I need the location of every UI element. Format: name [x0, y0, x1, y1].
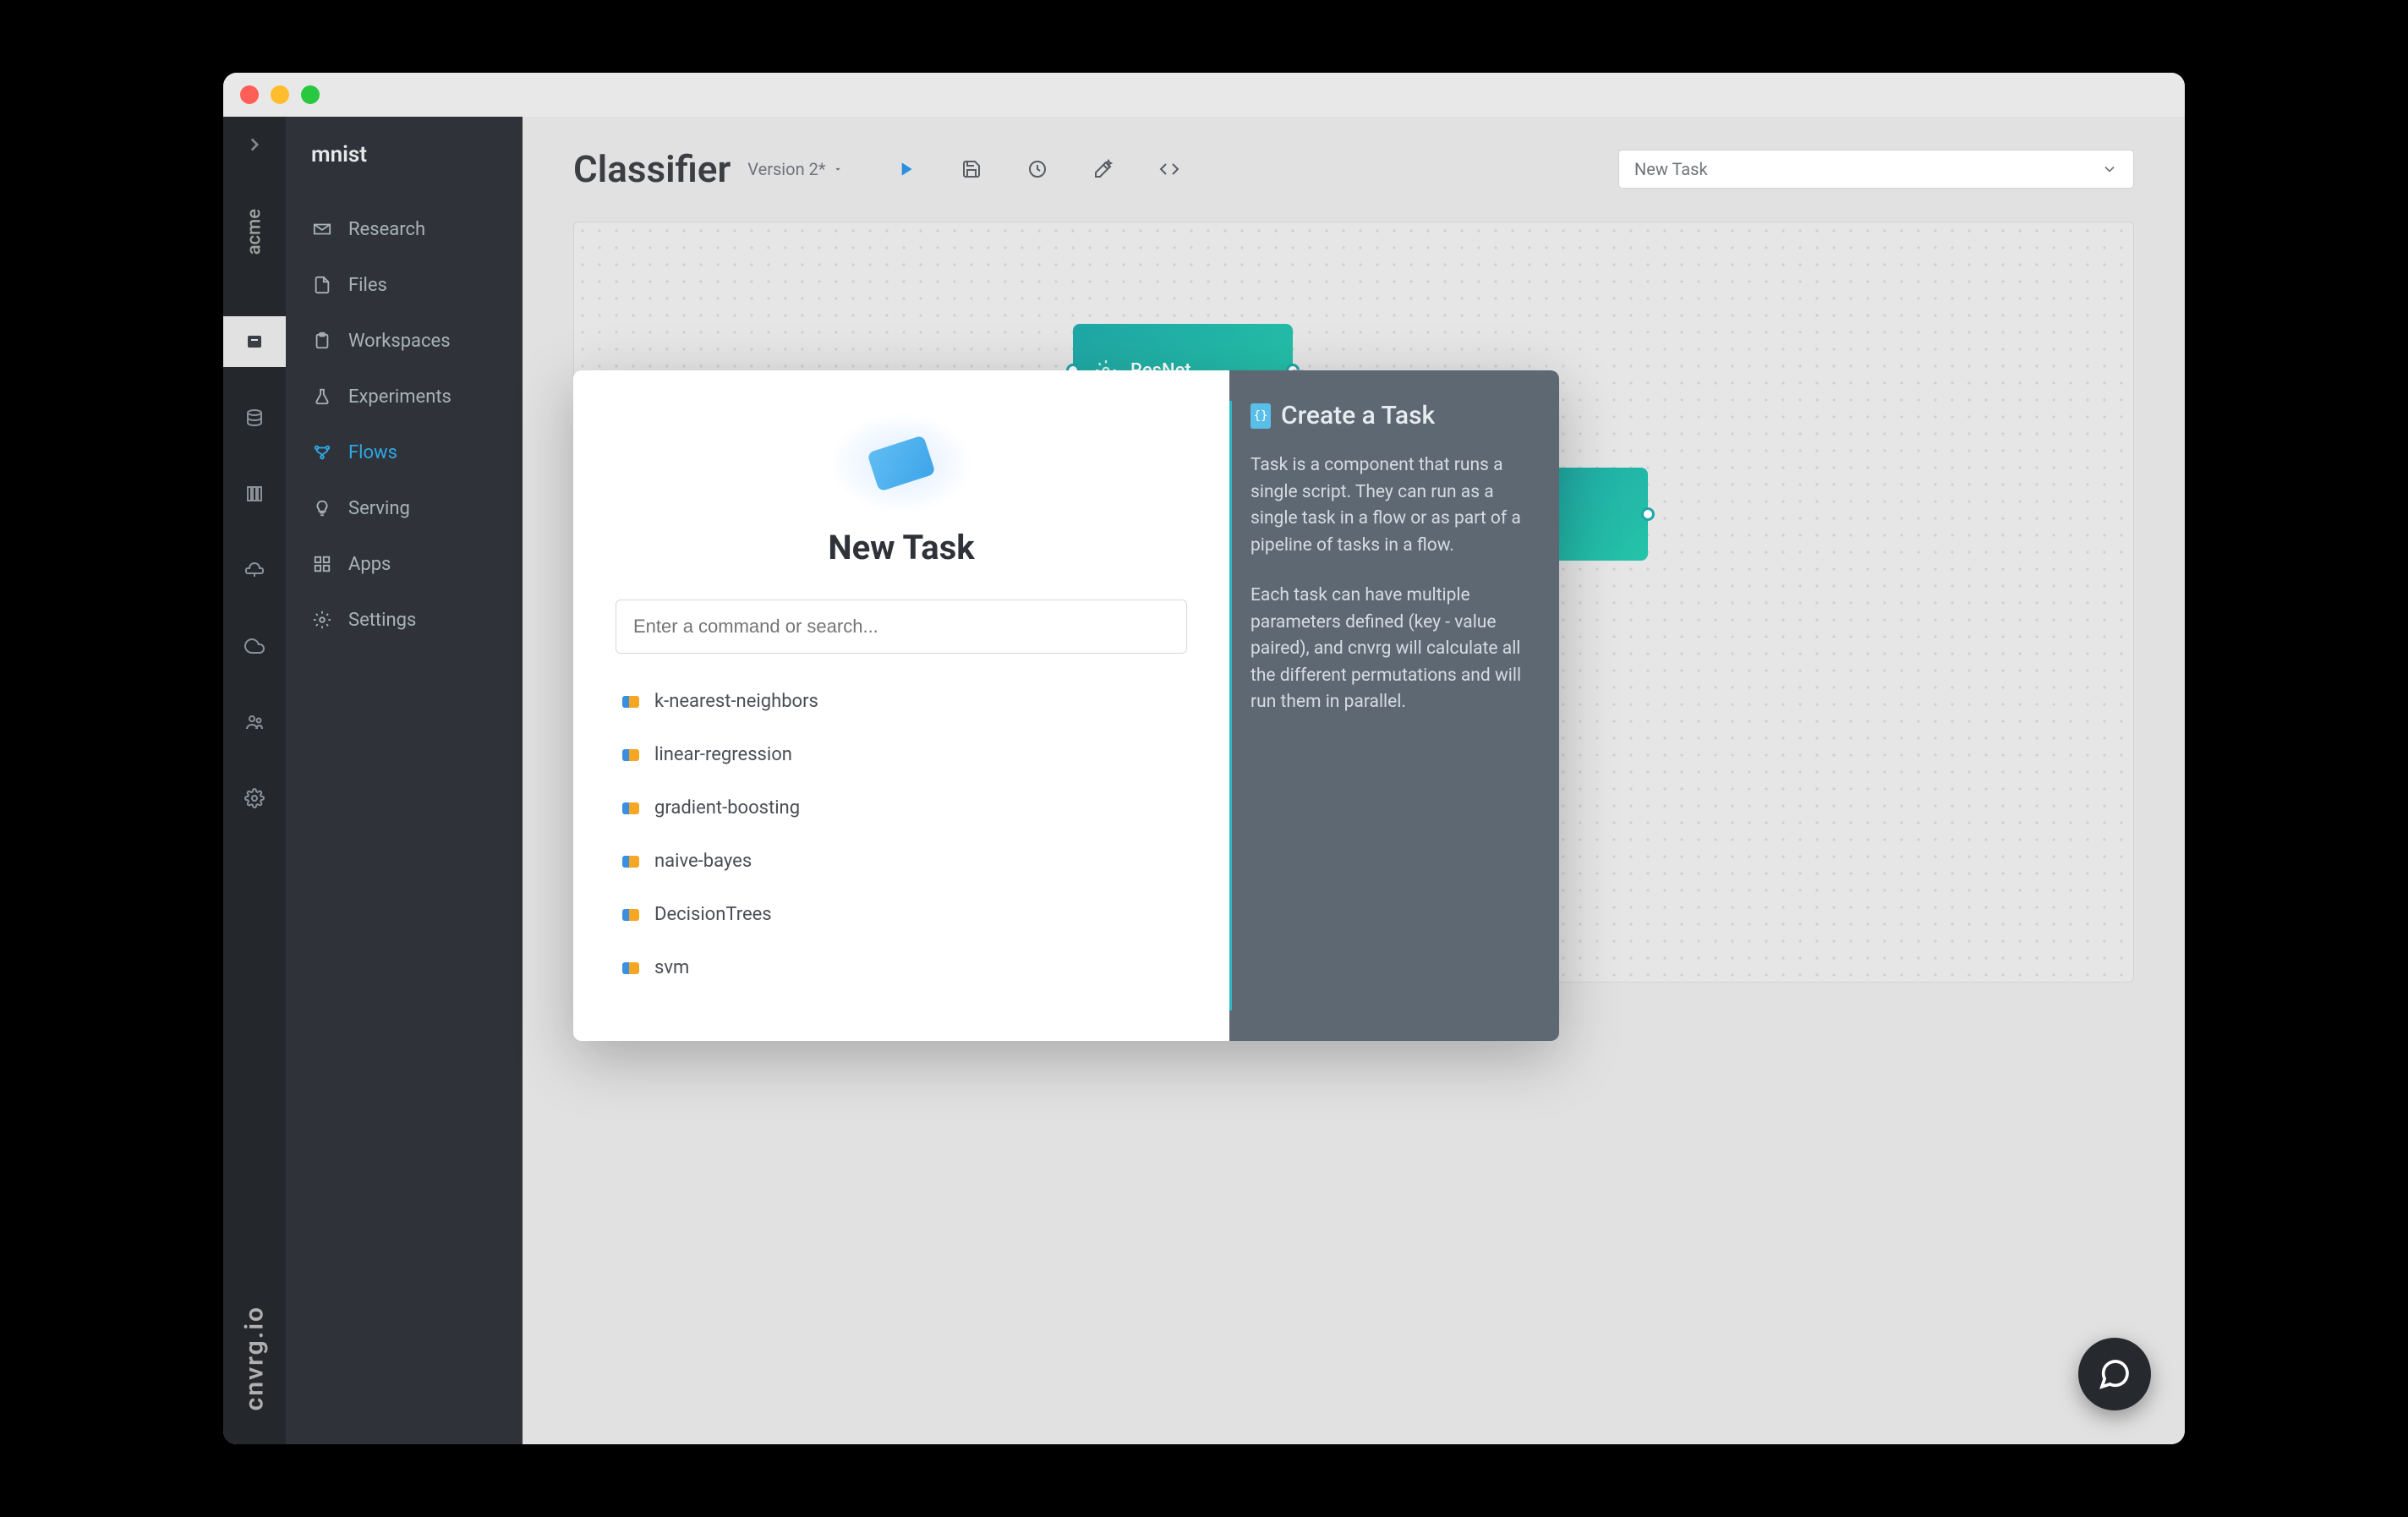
rail-item-projects[interactable]: [223, 316, 286, 367]
modal-info-title: Create a Task: [1281, 401, 1435, 430]
rail-brand: cnvrg.io: [240, 1306, 270, 1410]
bulb-icon: [311, 497, 333, 519]
project-sidebar: mnist Research Files Workspaces Experime…: [286, 117, 523, 1444]
sidebar-item-experiments[interactable]: Experiments: [286, 369, 523, 424]
sidebar-item-label: Research: [348, 219, 425, 240]
modal-info-p1: Task is a component that runs a single s…: [1251, 452, 1535, 559]
rail-collapse-toggle[interactable]: [244, 134, 265, 156]
sidebar-item-apps[interactable]: Apps: [286, 536, 523, 592]
nav-rail: acme cnvrg.io: [223, 117, 286, 1444]
main-content: Classifier Version 2*: [523, 117, 2185, 1444]
sidebar-item-settings[interactable]: Settings: [286, 592, 523, 648]
modal-header-icon: [842, 421, 960, 506]
rail-item-settings[interactable]: [223, 773, 286, 824]
library-icon: [622, 856, 639, 868]
brand-label: cnvrg.io: [240, 1306, 270, 1410]
flow-icon: [311, 441, 333, 463]
window-close-button[interactable]: [240, 85, 259, 104]
task-search-input[interactable]: [616, 600, 1187, 654]
library-icon: [622, 802, 639, 814]
grid-icon: [311, 553, 333, 575]
rail-item-datasets[interactable]: [223, 392, 286, 443]
save-button[interactable]: [954, 151, 989, 187]
task-item-label: gradient-boosting: [654, 797, 800, 819]
rail-item-cloud[interactable]: [223, 621, 286, 671]
task-item-svm[interactable]: svm: [616, 942, 1187, 994]
task-type-dropdown[interactable]: New Task: [1618, 150, 2134, 189]
version-label: Version 2*: [747, 159, 825, 179]
task-item-label: svm: [654, 957, 689, 978]
task-item-label: k-nearest-neighbors: [654, 691, 818, 712]
page-title: Classifier: [573, 147, 731, 191]
sidebar-item-label: Apps: [348, 554, 391, 575]
sidebar-item-label: Files: [348, 275, 387, 296]
modal-title: New Task: [828, 528, 974, 567]
gear-icon: [311, 609, 333, 631]
task-item-linear-regression[interactable]: linear-regression: [616, 729, 1187, 780]
window-minimize-button[interactable]: [271, 85, 289, 104]
sidebar-item-serving[interactable]: Serving: [286, 480, 523, 536]
sidebar-item-label: Settings: [348, 610, 416, 631]
sidebar-item-label: Serving: [348, 498, 410, 519]
magic-button[interactable]: [1086, 151, 1121, 187]
library-icon: [622, 962, 639, 974]
sidebar-item-label: Workspaces: [348, 331, 451, 352]
chevron-down-icon: [832, 163, 844, 175]
sidebar-item-label: Experiments: [348, 386, 452, 408]
modal-left-panel: New Task k-nearest-neighbors linear-regr…: [573, 370, 1229, 1041]
app-body: acme cnvrg.io: [223, 117, 2185, 1444]
rail-item-compute[interactable]: [223, 545, 286, 595]
flask-icon: [311, 386, 333, 408]
code-button[interactable]: [1152, 151, 1187, 187]
task-item-knn[interactable]: k-nearest-neighbors: [616, 676, 1187, 727]
modal-info-panel: {} Create a Task Task is a component tha…: [1229, 370, 1559, 1041]
library-icon: [622, 696, 639, 708]
task-item-decision-trees[interactable]: DecisionTrees: [616, 889, 1187, 940]
modal-info-p2: Each task can have multiple parameters d…: [1251, 583, 1535, 716]
task-item-label: naive-bayes: [654, 851, 752, 872]
clipboard-icon: [311, 330, 333, 352]
sidebar-item-flows[interactable]: Flows: [286, 424, 523, 480]
dropdown-value: New Task: [1634, 159, 1708, 179]
modal-info-title-row: {} Create a Task: [1251, 401, 1535, 430]
window-zoom-button[interactable]: [301, 85, 320, 104]
new-task-modal-overlay: New Task k-nearest-neighbors linear-regr…: [573, 370, 2185, 1041]
sidebar-item-label: Flows: [348, 442, 397, 463]
org-label: acme: [244, 198, 265, 266]
app-window: acme cnvrg.io: [223, 73, 2185, 1444]
schedule-button[interactable]: [1020, 151, 1055, 187]
library-icon: [622, 749, 639, 761]
rail-item-library[interactable]: [223, 468, 286, 519]
help-chat-button[interactable]: [2078, 1338, 2151, 1410]
project-title: mnist: [286, 142, 523, 201]
new-task-modal: New Task k-nearest-neighbors linear-regr…: [573, 370, 1559, 1041]
file-icon: [311, 274, 333, 296]
task-item-gradient-boosting[interactable]: gradient-boosting: [616, 782, 1187, 834]
task-item-label: DecisionTrees: [654, 904, 772, 925]
script-file-icon: {}: [1251, 403, 1271, 429]
sidebar-item-research[interactable]: Research: [286, 201, 523, 257]
task-item-label: linear-regression: [654, 744, 792, 765]
sidebar-item-files[interactable]: Files: [286, 257, 523, 313]
task-list: k-nearest-neighbors linear-regression gr…: [616, 676, 1187, 994]
rail-item-members[interactable]: [223, 697, 286, 748]
task-item-naive-bayes[interactable]: naive-bayes: [616, 835, 1187, 887]
version-selector[interactable]: Version 2*: [747, 159, 844, 179]
chevron-down-icon: [2101, 161, 2118, 178]
research-icon: [311, 218, 333, 240]
sidebar-item-workspaces[interactable]: Workspaces: [286, 313, 523, 369]
library-icon: [622, 909, 639, 921]
titlebar: [223, 73, 2185, 117]
topbar: Classifier Version 2*: [573, 147, 2134, 191]
run-button[interactable]: [888, 151, 923, 187]
